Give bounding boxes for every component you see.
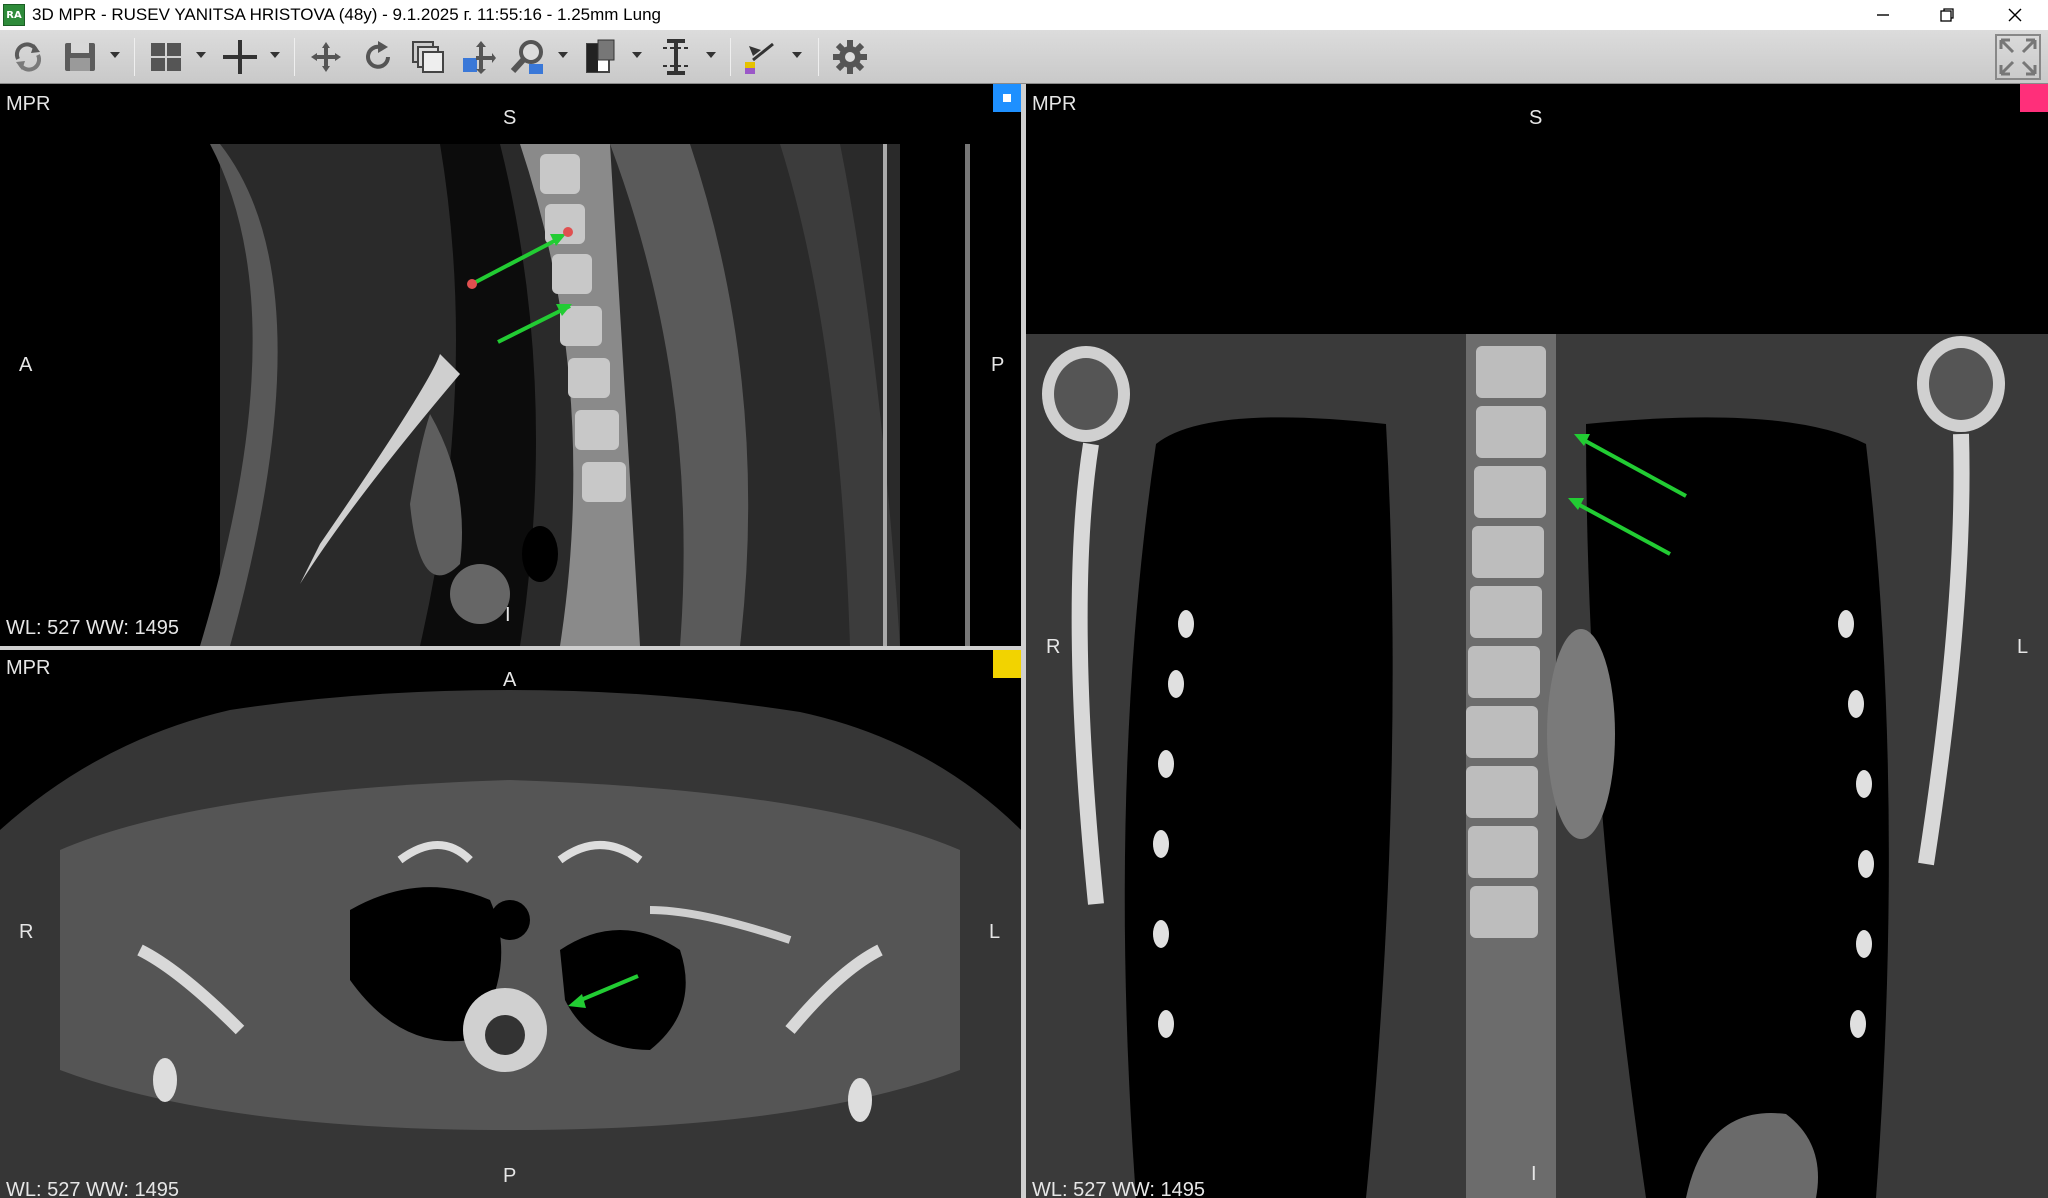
coronal-annotations	[1568, 434, 1687, 556]
refresh-button[interactable]	[8, 38, 48, 76]
sagittal-arrow-1[interactable]	[471, 236, 561, 286]
restore-button[interactable]	[1918, 0, 1976, 30]
rotate-icon	[366, 41, 390, 69]
window-level-icon	[586, 39, 615, 73]
app-icon-text: RA	[6, 9, 22, 21]
viewport-color-icon	[993, 650, 1021, 678]
restore-icon	[1940, 8, 1954, 22]
sagittal-annotations	[467, 227, 573, 344]
viewport-sagittal[interactable]: MPR S A P I WL: 527 WW: 1495	[0, 84, 1021, 646]
orientation-left: R	[19, 921, 34, 943]
slab-thickness-icon	[663, 39, 689, 75]
axial-arrow[interactable]	[575, 974, 639, 1004]
viewport-color-marker[interactable]	[993, 650, 1021, 678]
viewport-color-marker[interactable]	[993, 84, 1021, 112]
crosshair-dropdown[interactable]	[270, 52, 280, 58]
title-bar: RA 3D MPR - RUSEV YANITSA HRISTOVA (48y)…	[0, 0, 2048, 30]
rotate-3d-icon	[311, 42, 341, 72]
toolbar-separator	[730, 38, 731, 76]
annotation-dropdown[interactable]	[792, 52, 802, 58]
close-icon	[2008, 8, 2022, 22]
refresh-icon	[14, 42, 42, 72]
pan-icon	[463, 41, 496, 74]
viewport-color-marker[interactable]	[2020, 84, 2048, 112]
axial-arrowhead	[568, 994, 586, 1008]
slab-thickness-dropdown[interactable]	[706, 52, 716, 58]
crosshair-icon	[223, 40, 257, 74]
annotation-icon	[745, 42, 774, 74]
window-title: 3D MPR - RUSEV YANITSA HRISTOVA (48y) - …	[32, 5, 661, 24]
viewport-mode-label: MPR	[1032, 93, 1077, 115]
window-level-readout: WL: 527 WW: 1495	[1032, 1179, 1206, 1198]
zoom-button[interactable]	[506, 38, 550, 76]
toolbar-separator	[294, 38, 295, 76]
orientation-bottom: I	[505, 604, 511, 626]
layout-dropdown[interactable]	[196, 52, 206, 58]
save-button[interactable]	[58, 38, 102, 76]
toolbar	[0, 30, 2048, 84]
measure-point[interactable]	[467, 279, 477, 289]
viewport-axial[interactable]: MPR A R L P WL: 527 WW: 1495	[0, 650, 1021, 1198]
viewport-divider-vertical[interactable]	[1021, 84, 1026, 1198]
viewport-color-icon	[993, 84, 1021, 112]
app-icon: RA	[3, 4, 25, 26]
settings-button[interactable]	[828, 38, 872, 76]
orientation-top: S	[1529, 107, 1543, 129]
orientation-right: P	[991, 354, 1005, 376]
rotate-button[interactable]	[356, 38, 400, 76]
layout-icon	[151, 43, 181, 71]
orientation-left: R	[1046, 636, 1061, 658]
viewport-coronal[interactable]: MPR S R L I WL: 527 WW: 1495	[1026, 84, 2048, 1198]
stack-button[interactable]	[406, 38, 450, 76]
orientation-bottom: P	[503, 1165, 517, 1187]
rotate-3d-button[interactable]	[304, 38, 348, 76]
minimize-icon	[1877, 14, 1889, 16]
crosshair-button[interactable]	[218, 38, 262, 76]
zoom-icon	[510, 40, 543, 74]
slab-thickness-button[interactable]	[654, 38, 698, 76]
viewport-color-icon	[2020, 84, 2048, 112]
orientation-top: S	[503, 107, 517, 129]
minimize-button[interactable]	[1854, 0, 1912, 30]
orientation-right: L	[2017, 636, 2029, 658]
pan-button[interactable]	[456, 38, 500, 76]
toolbar-separator	[134, 38, 135, 76]
viewport-mode-label: MPR	[6, 657, 51, 679]
measure-point[interactable]	[563, 227, 573, 237]
layout-button[interactable]	[144, 38, 188, 76]
window-level-dropdown[interactable]	[632, 52, 642, 58]
axial-annotations	[568, 974, 639, 1008]
fullscreen-button[interactable]	[1994, 34, 2042, 80]
save-icon	[65, 43, 95, 71]
save-dropdown[interactable]	[110, 52, 120, 58]
coronal-arrow-2[interactable]	[1573, 500, 1671, 556]
orientation-bottom: I	[1531, 1163, 1537, 1185]
orientation-top: A	[503, 669, 517, 691]
window-level-readout: WL: 527 WW: 1495	[6, 1179, 180, 1198]
settings-icon	[833, 40, 867, 74]
orientation-left: A	[19, 354, 33, 376]
zoom-dropdown[interactable]	[558, 52, 568, 58]
window-level-button[interactable]	[578, 38, 622, 76]
toolbar-separator	[818, 38, 819, 76]
sagittal-arrow-2[interactable]	[497, 304, 571, 344]
stack-icon	[412, 41, 444, 73]
close-button[interactable]	[1986, 0, 2044, 30]
fullscreen-icon	[1995, 34, 2041, 80]
orientation-right: L	[989, 921, 1001, 943]
viewport-divider-horizontal[interactable]	[0, 646, 1021, 650]
viewport-mode-label: MPR	[6, 93, 51, 115]
annotation-button[interactable]	[738, 38, 782, 76]
window-level-readout: WL: 527 WW: 1495	[6, 617, 180, 639]
coronal-arrow-1[interactable]	[1579, 436, 1687, 498]
